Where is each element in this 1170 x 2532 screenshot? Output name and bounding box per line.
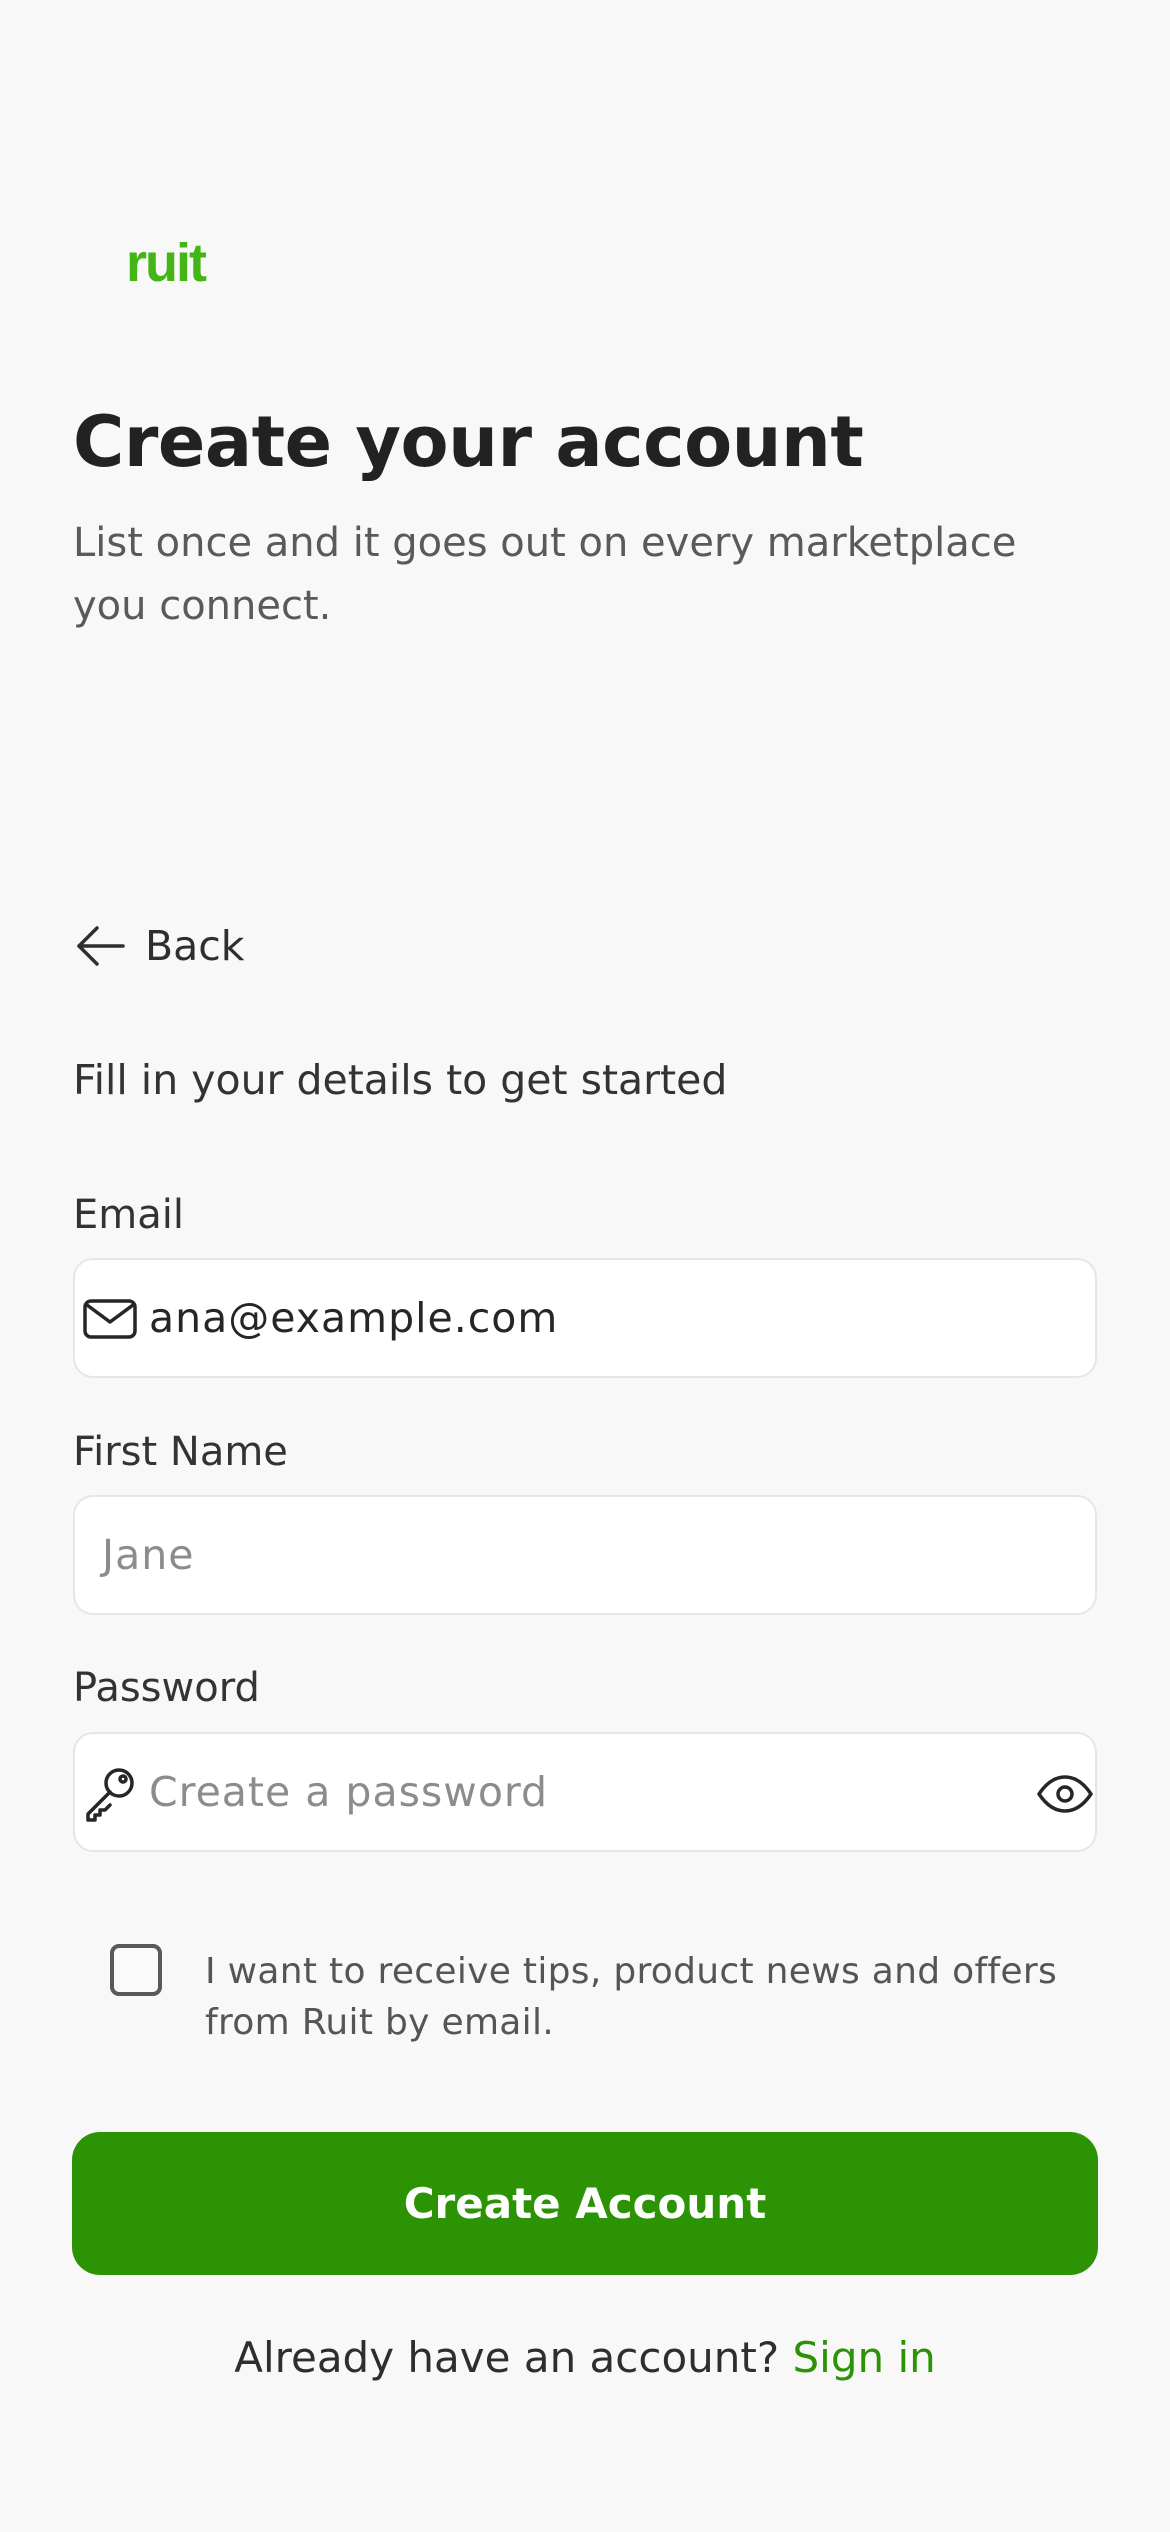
brand-logo: ruit bbox=[126, 233, 207, 293]
marketing-opt-in-label: I want to receive tips, product news and… bbox=[205, 1951, 1057, 2043]
password-placeholder: Create a password bbox=[149, 1768, 549, 1816]
form-intro: Fill in your details to get started bbox=[73, 1056, 728, 1104]
create-account-button[interactable]: Create Account bbox=[72, 2132, 1098, 2275]
email-label: Email bbox=[73, 1192, 184, 1238]
marketing-opt-in-checkbox[interactable] bbox=[110, 1944, 162, 1996]
sign-in-prompt-text: Already have an account? bbox=[234, 2333, 780, 2382]
first-name-placeholder: Jane bbox=[102, 1531, 195, 1579]
password-label: Password bbox=[73, 1665, 260, 1711]
first-name-label: First Name bbox=[73, 1429, 288, 1475]
envelope-icon bbox=[83, 1299, 137, 1339]
eye-icon[interactable] bbox=[1035, 1764, 1095, 1824]
sign-in-prompt: Already have an account? Sign in bbox=[0, 2328, 1170, 2388]
back-button[interactable]: Back bbox=[73, 918, 245, 974]
email-field[interactable]: ana@example.com bbox=[73, 1258, 1097, 1378]
back-label: Back bbox=[145, 922, 245, 970]
first-name-field[interactable]: Jane bbox=[73, 1495, 1097, 1615]
page-title: Create your account bbox=[73, 401, 864, 483]
sign-in-link[interactable]: Sign in bbox=[793, 2333, 936, 2382]
key-icon bbox=[86, 1768, 134, 1822]
page-subtitle: List once and it goes out on every marke… bbox=[73, 520, 1017, 629]
password-field[interactable]: Create a password bbox=[73, 1732, 1097, 1852]
email-value: ana@example.com bbox=[149, 1294, 559, 1342]
arrow-left-icon bbox=[77, 926, 125, 966]
